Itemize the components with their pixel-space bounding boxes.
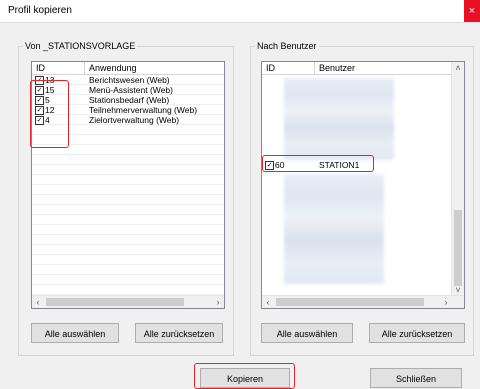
title-bar: Profil kopieren × bbox=[0, 0, 480, 23]
scroll-left-icon[interactable]: ‹ bbox=[32, 296, 44, 308]
scroll-thumb[interactable] bbox=[276, 298, 424, 306]
scroll-thumb[interactable] bbox=[454, 210, 462, 286]
row-app: Teilnehmerverwaltung (Web) bbox=[89, 105, 198, 115]
horizontal-scrollbar[interactable]: ‹ › bbox=[32, 295, 224, 308]
column-header-id[interactable]: ID bbox=[36, 63, 45, 73]
close-window-button[interactable]: × bbox=[464, 0, 480, 22]
source-group-title: Von _STATIONSVORLAGE bbox=[23, 41, 138, 51]
close-button[interactable]: Schließen bbox=[370, 368, 462, 388]
row-app: Berichtswesen (Web) bbox=[89, 75, 170, 85]
row-app: Menü-Assistent (Web) bbox=[89, 85, 173, 95]
source-list-header: ID Anwendung bbox=[32, 62, 224, 75]
target-group: Nach Benutzer ID Benutzer ✓ 60 STATION1 … bbox=[250, 41, 474, 356]
row-app: Zielortverwaltung (Web) bbox=[89, 115, 180, 125]
source-id-highlight bbox=[30, 80, 69, 148]
target-list-header: ID Benutzer bbox=[262, 62, 452, 75]
blurred-user-list bbox=[284, 174, 384, 284]
scroll-up-icon[interactable]: ˄ bbox=[452, 62, 464, 74]
row-app: Stationsbedarf (Web) bbox=[89, 95, 170, 105]
source-select-all-button[interactable]: Alle auswählen bbox=[31, 323, 119, 343]
scroll-left-icon[interactable]: ‹ bbox=[262, 296, 274, 308]
scroll-right-icon[interactable]: › bbox=[440, 296, 452, 308]
horizontal-scrollbar[interactable]: ‹ › bbox=[262, 295, 464, 308]
target-list[interactable]: ID Benutzer ✓ 60 STATION1 ˄ ˅ ‹ › bbox=[261, 61, 465, 309]
blurred-user-list bbox=[284, 78, 394, 160]
target-reset-all-button[interactable]: Alle zurücksetzen bbox=[369, 323, 465, 343]
scroll-right-icon[interactable]: › bbox=[212, 296, 224, 308]
target-select-all-button[interactable]: Alle auswählen bbox=[261, 323, 353, 343]
column-header-app[interactable]: Anwendung bbox=[89, 63, 137, 73]
source-reset-all-button[interactable]: Alle zurücksetzen bbox=[135, 323, 223, 343]
target-row-highlight bbox=[262, 155, 374, 172]
column-header-user[interactable]: Benutzer bbox=[319, 63, 355, 73]
target-group-title: Nach Benutzer bbox=[255, 41, 319, 51]
window-title: Profil kopieren bbox=[8, 5, 72, 16]
copy-button-highlight bbox=[194, 363, 295, 389]
scroll-thumb[interactable] bbox=[46, 298, 184, 306]
column-header-id[interactable]: ID bbox=[266, 63, 275, 73]
vertical-scrollbar[interactable]: ˄ ˅ bbox=[451, 62, 464, 296]
